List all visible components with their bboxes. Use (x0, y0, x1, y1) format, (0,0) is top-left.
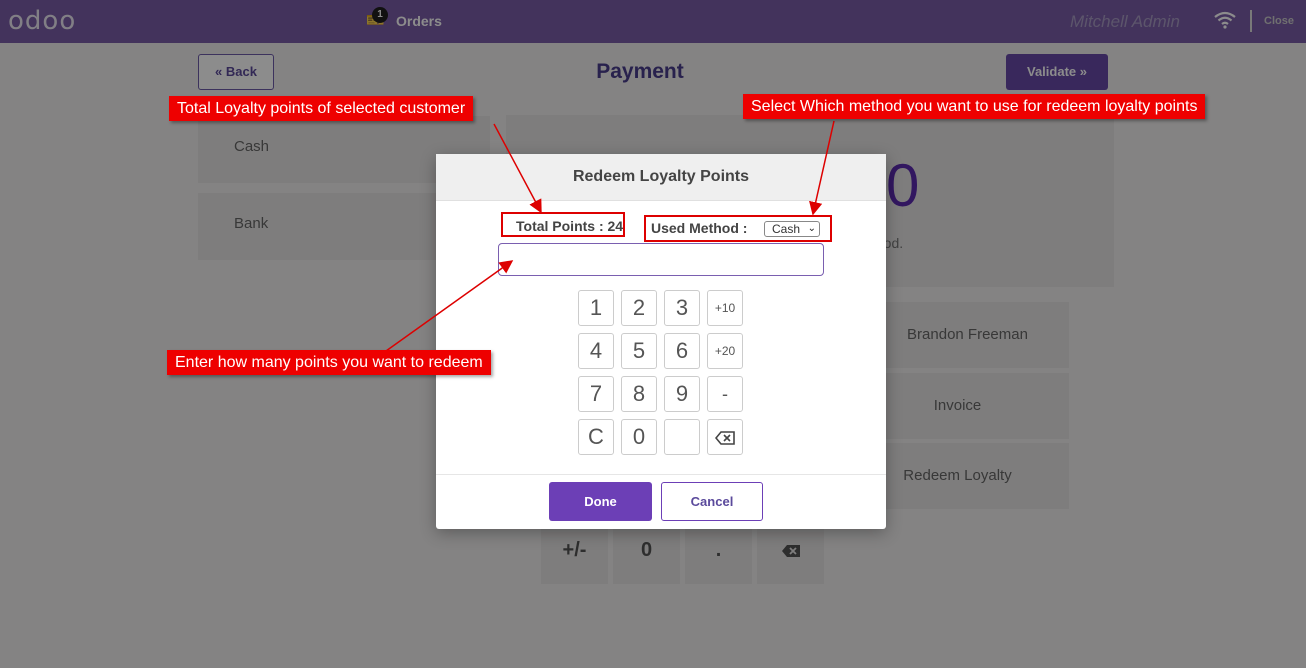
cancel-button[interactable]: Cancel (661, 482, 763, 521)
key-9[interactable]: 9 (664, 376, 700, 412)
key-plus-10[interactable]: +10 (707, 290, 743, 326)
key-8[interactable]: 8 (621, 376, 657, 412)
key-plus-20[interactable]: +20 (707, 333, 743, 369)
key-6[interactable]: 6 (664, 333, 700, 369)
callout-total-points: Total Loyalty points of selected custome… (169, 96, 474, 121)
key-1[interactable]: 1 (578, 290, 614, 326)
key-clear[interactable]: C (578, 419, 614, 455)
used-method-highlight (644, 215, 832, 242)
total-points-highlight (501, 212, 625, 237)
done-button[interactable]: Done (549, 482, 652, 521)
points-input[interactable] (498, 243, 824, 276)
key-0[interactable]: 0 (621, 419, 657, 455)
redeem-loyalty-dialog: Redeem Loyalty Points Total Points : 24 … (436, 154, 886, 529)
key-3[interactable]: 3 (664, 290, 700, 326)
key-blank[interactable] (664, 419, 700, 455)
dialog-title: Redeem Loyalty Points (436, 154, 886, 201)
key-minus[interactable]: - (707, 376, 743, 412)
backspace-icon (714, 431, 735, 445)
key-2[interactable]: 2 (621, 290, 657, 326)
key-5[interactable]: 5 (621, 333, 657, 369)
key-backspace[interactable] (707, 419, 743, 455)
dialog-footer-divider (436, 474, 886, 475)
callout-enter-points: Enter how many points you want to redeem (167, 350, 491, 375)
key-4[interactable]: 4 (578, 333, 614, 369)
callout-used-method: Select Which method you want to use for … (743, 94, 1206, 119)
key-7[interactable]: 7 (578, 376, 614, 412)
